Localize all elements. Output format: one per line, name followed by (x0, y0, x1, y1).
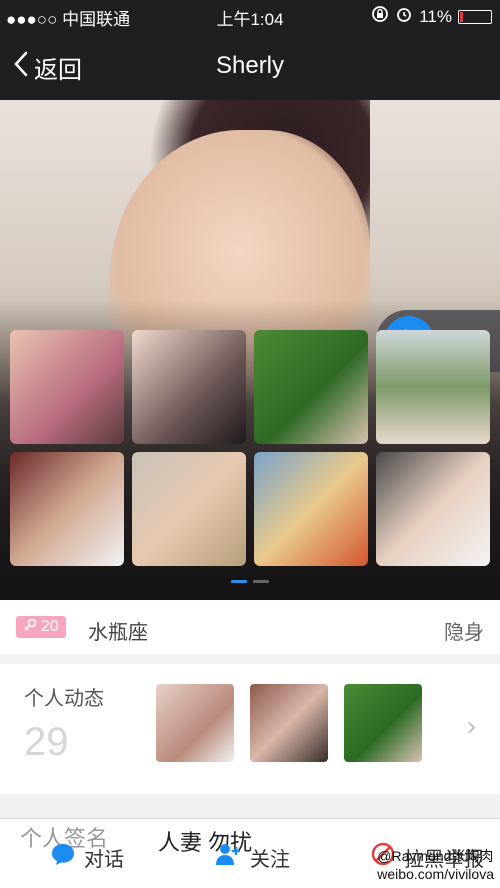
photo-thumb[interactable] (376, 452, 490, 566)
female-icon (23, 618, 37, 637)
watermark-url: weibo.com/vivilova (377, 866, 494, 882)
status-bar: ●●●○○ 中国联通 上午1:04 11% (0, 0, 500, 30)
weibo-watermark: @Raymond张陶肉 weibo.com/vivilova (377, 846, 494, 882)
moments-row[interactable]: 个人动态 29 › (0, 664, 500, 794)
constellation-label: 水瓶座 (88, 622, 148, 644)
photo-thumb[interactable] (376, 330, 490, 444)
photo-thumb[interactable] (132, 452, 246, 566)
nav-bar: 返回 Sherly (0, 30, 500, 100)
photo-thumb[interactable] (254, 452, 368, 566)
profile-info-row: 20 水瓶座 隐身 (0, 600, 500, 655)
stealth-button[interactable]: 隐身 (444, 616, 484, 645)
alarm-icon (395, 5, 413, 28)
gender-age-badge: 20 (16, 616, 66, 638)
follow-label: 关注 (250, 848, 290, 871)
add-user-icon (214, 841, 242, 873)
photo-thumb[interactable] (132, 330, 246, 444)
page-title: Sherly (215, 52, 285, 79)
chat-button[interactable]: 对话 (50, 841, 124, 873)
page-dot (253, 580, 269, 583)
bottom-action-bar: 个人签名 人妻 勿扰 对话 关注 拉黑举报 @Raymond张陶肉 weibo.… (0, 818, 500, 888)
moment-thumb[interactable] (156, 684, 234, 762)
photo-thumb[interactable] (10, 452, 124, 566)
moments-count: 29 (24, 720, 69, 764)
rotation-lock-icon (371, 5, 389, 28)
photo-thumb[interactable] (10, 330, 124, 444)
chat-bubble-icon (50, 841, 76, 873)
battery-percent: 11% (419, 6, 452, 26)
watermark-user: @Raymond张陶肉 (377, 848, 494, 864)
moments-label: 个人动态 (24, 688, 104, 710)
photo-thumb[interactable] (254, 330, 368, 444)
chat-label: 对话 (84, 848, 124, 871)
follow-button[interactable]: 关注 (214, 841, 290, 873)
page-indicator (0, 580, 500, 583)
moment-thumb[interactable] (344, 684, 422, 762)
page-dot-active (231, 580, 247, 583)
age-label: 20 (41, 618, 59, 635)
chevron-right-icon: › (466, 710, 476, 741)
moment-thumb[interactable] (250, 684, 328, 762)
battery-icon (458, 9, 492, 24)
